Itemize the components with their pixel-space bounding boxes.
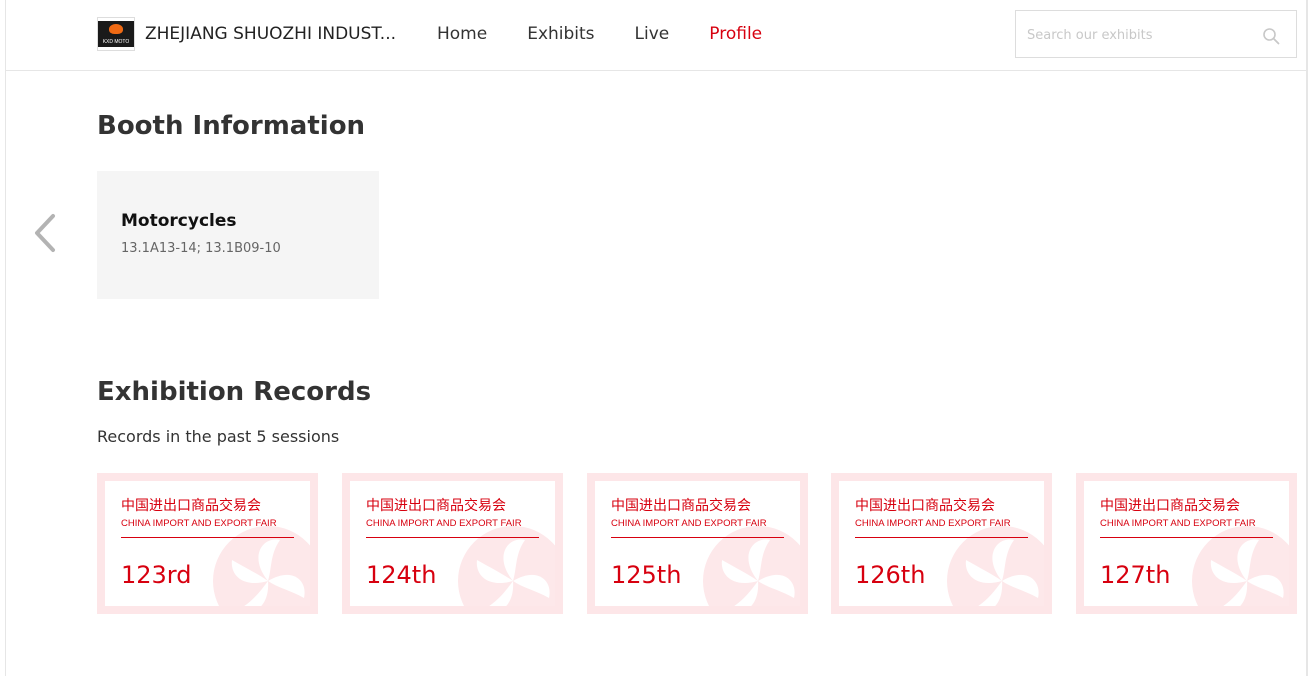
nav-live[interactable]: Live xyxy=(635,24,670,44)
record-card-body: 中国进出口商品交易会 CHINA IMPORT AND EXPORT FAIR … xyxy=(105,481,310,606)
record-card-body: 中国进出口商品交易会 CHINA IMPORT AND EXPORT FAIR … xyxy=(595,481,800,606)
record-card[interactable]: 中国进出口商品交易会 CHINA IMPORT AND EXPORT FAIR … xyxy=(1076,473,1297,614)
booth-card[interactable]: Motorcycles 13.1A13-14; 13.1B09-10 xyxy=(97,171,379,299)
company-logo[interactable]: KXD MOTO xyxy=(97,17,135,51)
logo-text: KXD MOTO xyxy=(102,39,130,45)
company-name[interactable]: ZHEJIANG SHUOZHI INDUST... xyxy=(145,24,396,44)
record-session: 124th xyxy=(366,561,437,589)
main-nav: Home Exhibits Live Profile xyxy=(437,24,802,44)
flower-watermark-icon xyxy=(213,526,310,606)
nav-profile[interactable]: Profile xyxy=(709,24,762,44)
record-fair-name-cn: 中国进出口商品交易会 xyxy=(611,498,751,514)
record-fair-name-cn: 中国进出口商品交易会 xyxy=(366,498,506,514)
record-card[interactable]: 中国进出口商品交易会 CHINA IMPORT AND EXPORT FAIR … xyxy=(97,473,318,614)
booth-category: Motorcycles xyxy=(121,211,237,231)
record-session: 123rd xyxy=(121,561,192,589)
search-icon[interactable] xyxy=(1262,27,1280,45)
records-section-title: Exhibition Records xyxy=(97,377,372,407)
flower-watermark-icon xyxy=(947,526,1044,606)
search-box xyxy=(1015,10,1297,58)
chevron-left-icon[interactable] xyxy=(31,212,61,254)
booth-number: 13.1A13-14; 13.1B09-10 xyxy=(121,241,281,256)
record-session: 125th xyxy=(611,561,682,589)
nav-exhibits[interactable]: Exhibits xyxy=(527,24,594,44)
record-divider xyxy=(855,537,1028,538)
record-divider xyxy=(611,537,784,538)
record-card-body: 中国进出口商品交易会 CHINA IMPORT AND EXPORT FAIR … xyxy=(350,481,555,606)
nav-home[interactable]: Home xyxy=(437,24,487,44)
record-card-body: 中国进出口商品交易会 CHINA IMPORT AND EXPORT FAIR … xyxy=(839,481,1044,606)
record-divider xyxy=(366,537,539,538)
flower-watermark-icon xyxy=(458,526,555,606)
logo-image: KXD MOTO xyxy=(98,21,134,47)
top-header: KXD MOTO ZHEJIANG SHUOZHI INDUST... Home… xyxy=(6,0,1306,71)
record-card[interactable]: 中国进出口商品交易会 CHINA IMPORT AND EXPORT FAIR … xyxy=(342,473,563,614)
record-card[interactable]: 中国进出口商品交易会 CHINA IMPORT AND EXPORT FAIR … xyxy=(831,473,1052,614)
record-fair-name-en: CHINA IMPORT AND EXPORT FAIR xyxy=(611,518,767,529)
record-fair-name-en: CHINA IMPORT AND EXPORT FAIR xyxy=(1100,518,1256,529)
booth-section-title: Booth Information xyxy=(97,111,366,141)
records-subtitle: Records in the past 5 sessions xyxy=(97,427,340,446)
flower-watermark-icon xyxy=(703,526,800,606)
record-fair-name-en: CHINA IMPORT AND EXPORT FAIR xyxy=(121,518,277,529)
record-divider xyxy=(121,537,294,538)
record-card[interactable]: 中国进出口商品交易会 CHINA IMPORT AND EXPORT FAIR … xyxy=(587,473,808,614)
record-divider xyxy=(1100,537,1273,538)
record-fair-name-cn: 中国进出口商品交易会 xyxy=(121,498,261,514)
flower-watermark-icon xyxy=(1192,526,1289,606)
record-fair-name-en: CHINA IMPORT AND EXPORT FAIR xyxy=(855,518,1011,529)
record-fair-name-en: CHINA IMPORT AND EXPORT FAIR xyxy=(366,518,522,529)
search-input[interactable] xyxy=(1027,24,1257,46)
page-frame-left xyxy=(5,0,6,676)
record-card-body: 中国进出口商品交易会 CHINA IMPORT AND EXPORT FAIR … xyxy=(1084,481,1289,606)
record-fair-name-cn: 中国进出口商品交易会 xyxy=(855,498,995,514)
logo-mark xyxy=(109,24,123,34)
record-session: 126th xyxy=(855,561,926,589)
record-session: 127th xyxy=(1100,561,1171,589)
record-fair-name-cn: 中国进出口商品交易会 xyxy=(1100,498,1240,514)
